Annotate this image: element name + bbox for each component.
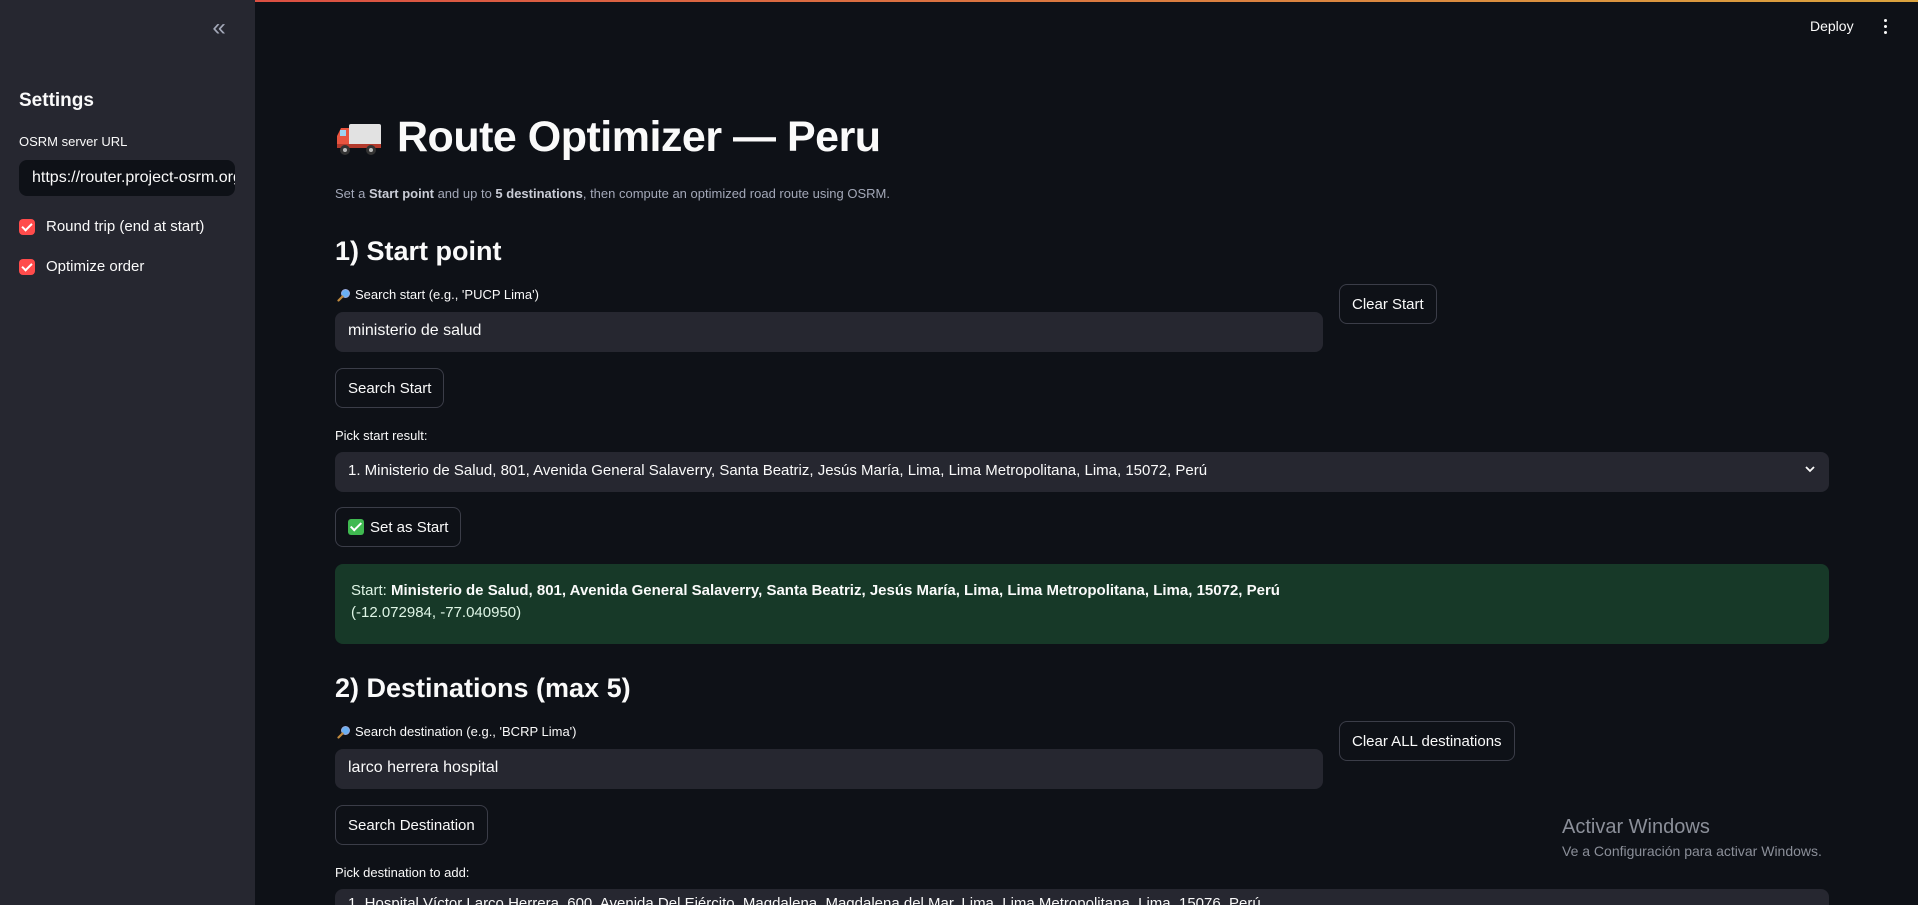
top-decoration-bar [0, 0, 1918, 2]
destination-search-input[interactable]: larco herrera hospital [335, 749, 1323, 789]
start-search-input[interactable]: ministerio de salud [335, 312, 1323, 352]
chevron-down-icon [1805, 466, 1815, 473]
checkbox-checked-icon [19, 218, 35, 235]
page-title-text: Route Optimizer — Peru [397, 113, 881, 161]
start-search-label: Search start (e.g., 'PUCP Lima') [337, 287, 539, 302]
start-result-name: Ministerio de Salud, 801, Avenida Genera… [391, 582, 1280, 599]
pick-destination-select[interactable]: 1. Hospital Víctor Larco Herrera, 600, A… [335, 889, 1829, 905]
start-result-coords: (-12.072984, -77.040950) [351, 604, 522, 621]
magnifier-icon [337, 725, 350, 739]
round-trip-checkbox[interactable]: Round trip (end at start) [19, 218, 204, 235]
start-heading: 1) Start point [335, 236, 502, 266]
destination-search-label: Search destination (e.g., 'BCRP Lima') [337, 724, 577, 739]
sidebar: « Settings OSRM server URL https://route… [0, 0, 255, 905]
search-destination-button[interactable]: Search Destination [335, 805, 488, 845]
set-as-start-label: Set as Start [370, 518, 449, 536]
sidebar-title: Settings [19, 90, 94, 111]
osrm-url-label: OSRM server URL [19, 134, 128, 149]
watermark-line1: Activar Windows [1562, 816, 1710, 838]
clear-start-button[interactable]: Clear Start [1339, 284, 1437, 324]
destinations-heading: 2) Destinations (max 5) [335, 673, 631, 703]
checkbox-checked-icon [19, 258, 35, 275]
round-trip-label: Round trip (end at start) [46, 218, 205, 235]
optimize-order-label: Optimize order [46, 258, 145, 275]
magnifier-icon [337, 288, 350, 302]
start-success-alert: Start: Ministerio de Salud, 801, Avenida… [335, 564, 1829, 644]
windows-activation-watermark: Activar Windows Ve a Configuración para … [1562, 816, 1822, 859]
kebab-menu-icon[interactable] [1878, 17, 1892, 35]
deploy-button[interactable]: Deploy [1810, 18, 1854, 34]
pick-destination-label: Pick destination to add: [335, 865, 470, 880]
pick-destination-value: 1. Hospital Víctor Larco Herrera, 600, A… [348, 895, 1261, 905]
watermark-line2: Ve a Configuración para activar Windows. [1562, 843, 1822, 859]
optimize-order-checkbox[interactable]: Optimize order [19, 258, 144, 275]
pick-start-select[interactable]: 1. Ministerio de Salud, 801, Avenida Gen… [335, 452, 1829, 492]
set-as-start-button[interactable]: Set as Start [335, 507, 462, 547]
pick-start-label: Pick start result: [335, 428, 428, 443]
delivery-truck-icon [337, 123, 381, 155]
start-result-prefix: Start: [351, 582, 392, 599]
osrm-url-input[interactable]: https://router.project-osrm.org [19, 160, 235, 196]
search-start-button[interactable]: Search Start [335, 368, 445, 408]
check-mark-icon [348, 519, 364, 535]
double-chevron-left-icon[interactable]: « [204, 16, 234, 42]
page-caption: Set a Start point and up to 5 destinatio… [335, 186, 890, 201]
pick-start-value: 1. Ministerio de Salud, 801, Avenida Gen… [348, 462, 1208, 479]
clear-all-destinations-button[interactable]: Clear ALL destinations [1339, 721, 1515, 761]
page-title: Route Optimizer — Peru [335, 113, 881, 162]
